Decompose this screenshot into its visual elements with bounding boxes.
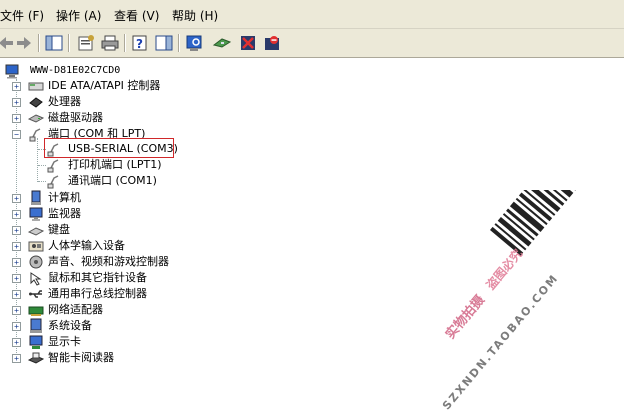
scan-hardware-icon[interactable] [184, 33, 204, 53]
expand-icon[interactable]: + [12, 274, 21, 283]
expand-icon[interactable]: + [12, 322, 21, 331]
processor-icon [29, 97, 43, 108]
network-adapter-icon [28, 306, 44, 316]
toolbar-separator [178, 34, 180, 52]
menu-file[interactable]: 文件 (F) [0, 8, 44, 24]
tree-item[interactable]: + 磁盘驱动器 [12, 110, 212, 126]
keyboard-icon [28, 227, 44, 236]
expand-icon[interactable]: + [12, 338, 21, 347]
ide-controller-icon [28, 82, 44, 91]
port-icon [29, 128, 41, 142]
port-icon [47, 159, 59, 173]
expand-icon[interactable]: + [12, 242, 21, 251]
expand-icon[interactable]: + [12, 354, 21, 363]
tree-item-label: 鼠标和其它指针设备 [48, 271, 147, 284]
usb-icon [29, 290, 42, 298]
tree-item-label: 通用串行总线控制器 [48, 287, 147, 300]
port-item-label: 打印机端口 (LPT1) [68, 158, 162, 171]
tree-item[interactable]: + 处理器 [12, 94, 212, 110]
show-hide-tree-icon[interactable] [44, 33, 64, 53]
tree-item[interactable]: + 智能卡阅读器 [12, 350, 212, 366]
tree-item-label: 网络适配器 [48, 303, 103, 316]
port-item[interactable]: 打印机端口 (LPT1) [46, 157, 226, 173]
menu-help[interactable]: 帮助 (H) [172, 8, 218, 24]
tree-item[interactable]: + 人体学输入设备 [12, 238, 212, 254]
tree-line [38, 181, 46, 182]
update-driver-icon[interactable] [212, 33, 232, 53]
tree-item[interactable]: + 鼠标和其它指针设备 [12, 270, 212, 286]
expand-icon[interactable]: + [12, 306, 21, 315]
expand-icon[interactable]: + [12, 114, 21, 123]
tree-item-label: 显示卡 [48, 335, 81, 348]
tree-root-label: WWW-D81E02C7CD0 [30, 65, 121, 76]
tree-item-label: 键盘 [48, 223, 70, 236]
expand-icon[interactable]: + [12, 194, 21, 203]
hid-icon [28, 241, 44, 252]
port-item-label: 通讯端口 (COM1) [68, 174, 157, 187]
tree-item-label: 声音、视频和游戏控制器 [48, 255, 169, 268]
toolbar: ? [0, 29, 624, 58]
smart-card-reader-icon [28, 352, 44, 364]
uninstall-icon[interactable] [238, 33, 258, 53]
tree-line [37, 138, 38, 182]
port-icon [47, 175, 59, 189]
toolbar-separator [68, 34, 70, 52]
barcode-stamp-icon [490, 190, 577, 256]
tree-item[interactable]: + 系统设备 [12, 318, 212, 334]
collapse-icon[interactable]: − [12, 130, 21, 139]
display-adapter-icon [29, 335, 43, 349]
expand-icon[interactable]: + [12, 82, 21, 91]
show-hide-action-pane-icon[interactable] [154, 33, 174, 53]
tree-item-label: 计算机 [48, 191, 81, 204]
tree-item[interactable]: + 键盘 [12, 222, 212, 238]
tree-item[interactable]: + 网络适配器 [12, 302, 212, 318]
tree-item[interactable]: + 计算机 [12, 190, 212, 206]
tree-item-label: 监视器 [48, 207, 81, 220]
selection-highlight [44, 138, 174, 158]
tree-item-label: 智能卡阅读器 [48, 351, 114, 364]
tree-item[interactable]: + 声音、视频和游戏控制器 [12, 254, 212, 270]
port-item[interactable]: 通讯端口 (COM1) [46, 173, 226, 189]
tree-item[interactable]: + IDE ATA/ATAPI 控制器 [12, 78, 212, 94]
expand-icon[interactable]: + [12, 226, 21, 235]
expand-icon[interactable]: + [12, 290, 21, 299]
expand-icon[interactable]: + [12, 258, 21, 267]
tree-line [38, 165, 46, 166]
computer-icon [5, 64, 19, 79]
tree-item-label: IDE ATA/ATAPI 控制器 [48, 79, 161, 92]
tree-item-label: 人体学输入设备 [48, 239, 125, 252]
toolbar-separator [38, 34, 40, 52]
tree-item[interactable]: + 监视器 [12, 206, 212, 222]
tree-item-label: 系统设备 [48, 319, 92, 332]
menu-view[interactable]: 查看 (V) [114, 8, 159, 24]
tree-item-label: 处理器 [48, 95, 81, 108]
expand-icon[interactable]: + [12, 210, 21, 219]
tree-item[interactable]: + 通用串行总线控制器 [12, 286, 212, 302]
menu-action[interactable]: 操作 (A) [56, 8, 101, 24]
computer-icon [31, 190, 41, 205]
disable-icon[interactable] [262, 33, 282, 53]
menu-bar: 文件 (F) 操作 (A) 查看 (V) 帮助 (H) [0, 0, 624, 29]
disk-drive-icon [28, 114, 44, 123]
sound-icon [29, 255, 43, 269]
svg-text:?: ? [136, 37, 143, 51]
monitor-icon [29, 207, 43, 221]
toolbar-separator [124, 34, 126, 52]
help-icon[interactable]: ? [130, 33, 150, 53]
tree-item[interactable]: + 显示卡 [12, 334, 212, 350]
tree-item-label: 磁盘驱动器 [48, 111, 103, 124]
forward-icon[interactable] [14, 33, 34, 53]
system-device-icon [30, 318, 42, 333]
expand-icon[interactable]: + [12, 98, 21, 107]
properties-icon[interactable] [76, 33, 96, 53]
print-icon[interactable] [100, 33, 120, 53]
mouse-icon [30, 272, 42, 286]
